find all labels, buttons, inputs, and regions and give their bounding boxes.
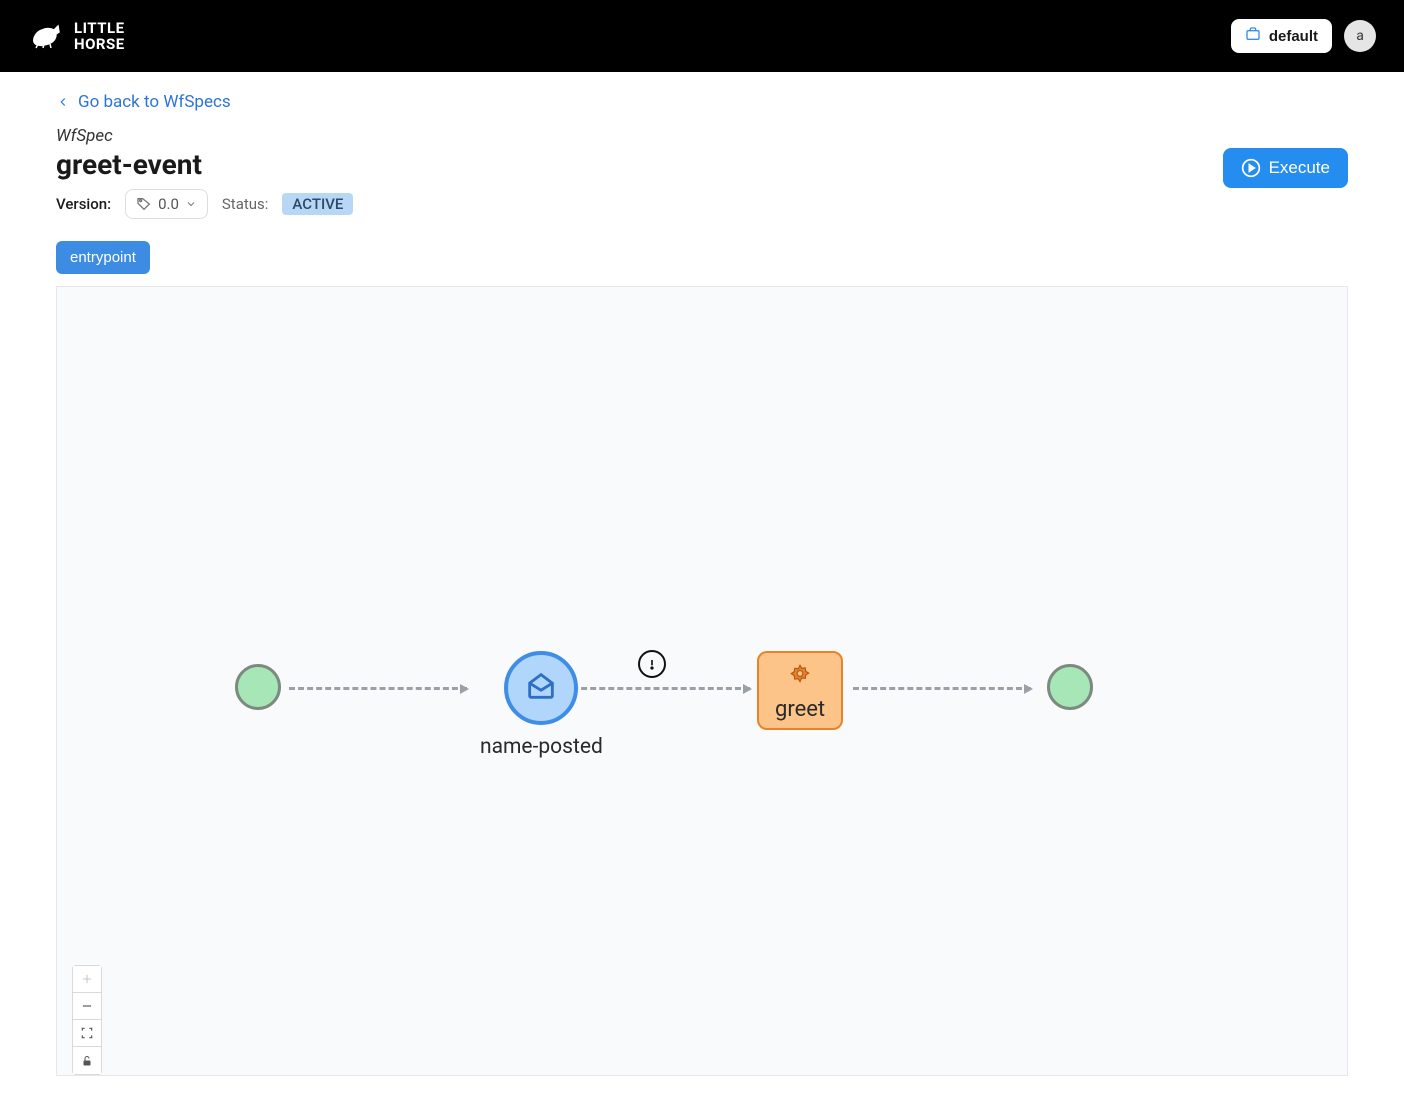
user-avatar[interactable]: a xyxy=(1344,20,1376,52)
brand-logo[interactable]: LITTLE HORSE xyxy=(28,18,125,54)
resource-kind-label: WfSpec xyxy=(56,126,1348,146)
zoom-out-button[interactable] xyxy=(73,993,101,1020)
mail-open-icon xyxy=(524,669,558,707)
back-to-wfspecs-link[interactable]: Go back to WfSpecs xyxy=(56,92,231,112)
back-link-text: Go back to WfSpecs xyxy=(78,92,231,112)
status-field-label: Status: xyxy=(222,195,269,213)
version-selector[interactable]: 0.0 xyxy=(125,189,208,219)
event-node-label: name-posted xyxy=(480,735,603,759)
tab-entrypoint[interactable]: entrypoint xyxy=(56,241,150,274)
execute-button[interactable]: Execute xyxy=(1223,148,1348,188)
tenant-selector-button[interactable]: default xyxy=(1231,19,1332,53)
minus-icon xyxy=(80,999,94,1013)
app-header: LITTLE HORSE default a xyxy=(0,0,1404,72)
tenant-label: default xyxy=(1269,28,1318,45)
version-field-label: Version: xyxy=(56,195,111,213)
edge-start-to-event xyxy=(289,687,467,690)
avatar-initial: a xyxy=(1356,28,1364,44)
warning-icon[interactable] xyxy=(638,650,666,678)
workflow-canvas[interactable]: name-posted greet xyxy=(56,286,1348,1076)
lock-button[interactable] xyxy=(73,1047,101,1074)
play-circle-icon xyxy=(1241,158,1261,178)
horse-icon xyxy=(28,18,64,54)
fit-view-button[interactable] xyxy=(73,1020,101,1047)
external-event-node[interactable]: name-posted xyxy=(480,651,603,759)
task-node[interactable]: greet xyxy=(757,651,843,730)
chevron-left-icon xyxy=(56,95,70,109)
zoom-in-button[interactable] xyxy=(73,966,101,993)
gear-icon xyxy=(786,663,814,695)
maximize-icon xyxy=(80,1026,94,1040)
wfspec-meta-row: Version: 0.0 Status: ACTIVE xyxy=(56,189,353,219)
end-node[interactable] xyxy=(1047,664,1093,710)
brand-text-line1: LITTLE xyxy=(74,20,125,37)
plus-icon xyxy=(80,972,94,986)
edge-task-to-end xyxy=(853,687,1031,690)
task-node-label: greet xyxy=(775,697,825,722)
briefcase-icon xyxy=(1245,26,1261,46)
start-node[interactable] xyxy=(235,664,281,710)
version-value: 0.0 xyxy=(158,195,179,213)
tag-icon xyxy=(136,196,152,212)
canvas-controls xyxy=(72,965,102,1075)
brand-text-line2: HORSE xyxy=(74,36,125,53)
wfspec-name: greet-event xyxy=(56,148,353,181)
lock-icon xyxy=(81,1055,93,1067)
execute-button-label: Execute xyxy=(1269,158,1330,178)
chevron-down-icon xyxy=(185,198,197,210)
status-badge: ACTIVE xyxy=(282,193,353,215)
